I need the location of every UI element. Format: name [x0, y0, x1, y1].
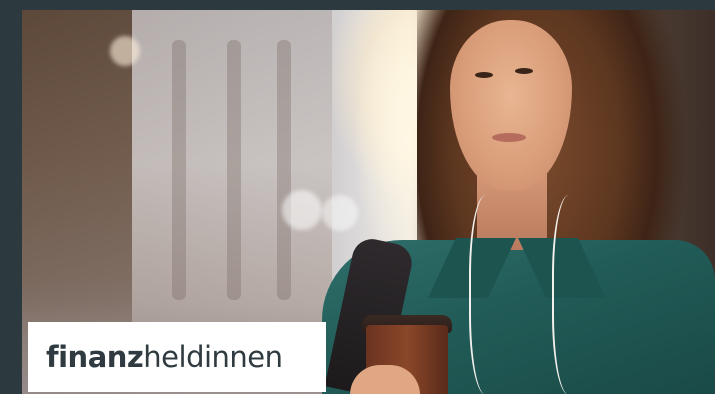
brand-logo[interactable]: finanzheldinnen [28, 322, 326, 392]
page-frame: finanzheldinnen [0, 0, 715, 394]
background-column [172, 40, 186, 300]
bokeh-light [322, 195, 358, 231]
brand-name-bold: finanz [46, 340, 144, 374]
bokeh-light [110, 36, 140, 66]
brand-logo-text: finanzheldinnen [46, 340, 283, 374]
bokeh-light [282, 190, 322, 230]
earphone-cable [469, 195, 511, 394]
woman-lips [492, 133, 526, 142]
background-column [277, 40, 291, 300]
earphone-cable [552, 195, 594, 394]
woman-eye-left [475, 72, 493, 78]
woman-eye-right [515, 68, 533, 74]
brand-name-light: heldinnen [143, 340, 283, 374]
background-column [227, 40, 241, 300]
